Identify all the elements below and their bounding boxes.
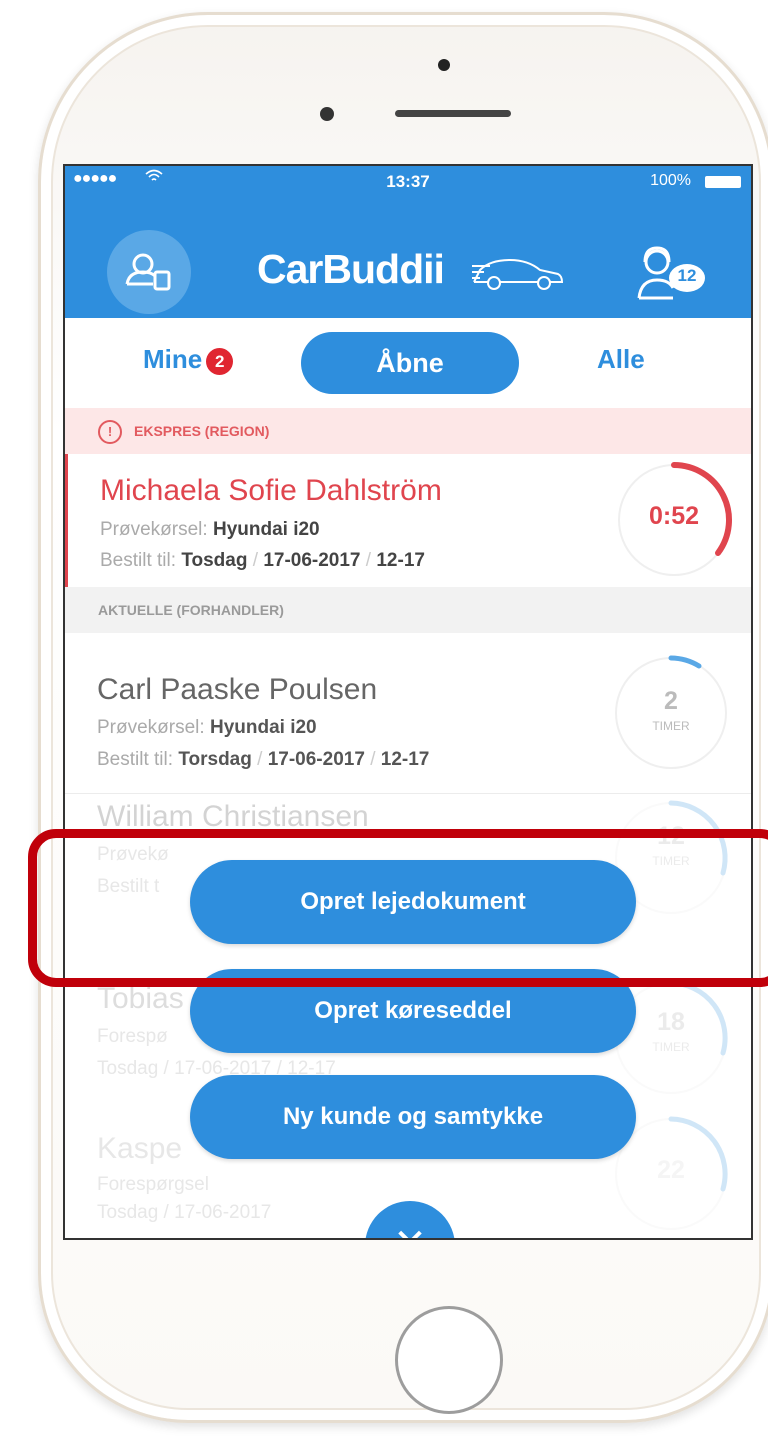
battery-icon [705,176,741,188]
customer-name: Michaela Sofie Dahlström [100,474,442,507]
app-screen: ●●●●● 13:37 100% CarBuddii 12 Mine 2 Åbn… [63,164,753,1240]
customer-name: Carl Paaske Poulsen [97,673,378,706]
timer-unit: TIMER [652,719,690,733]
tab-mine[interactable]: Mine 2 [143,344,234,375]
section-ekspres: ! EKSPRES (REGION) [65,408,751,454]
tab-bar: Mine 2 Åbne Alle [65,318,751,404]
countdown-timer: 2 TIMER [611,653,731,773]
customer-name: Tobias [97,982,184,1015]
tab-mine-label: Mine [143,344,203,374]
booking-row[interactable]: Michaela Sofie Dahlström Prøvekørsel: Hy… [65,454,751,587]
new-customer-consent-button[interactable]: Ny kunde og samtykke [190,1075,636,1159]
timer-value: 2 [664,687,678,715]
tab-all[interactable]: Alle [597,344,645,375]
car-logo-icon [470,252,565,299]
status-time: 13:37 [386,172,430,191]
app-header: ●●●●● 13:37 100% CarBuddii 12 [65,166,751,318]
countdown-timer: 0:52 [614,460,734,580]
section-aktuelle: AKTUELLE (FORHANDLER) [65,587,751,633]
booking-type: Prøvekørsel: Hyundai i20 [97,717,317,738]
timer-unit: TIMER [652,1040,690,1054]
profile-button[interactable] [107,230,191,314]
section-ekspres-label: EKSPRES (REGION) [134,423,270,439]
booking-time: Tosdag / 17-06-2017 [97,1202,272,1223]
warning-icon: ! [98,420,122,445]
tab-mine-badge: 2 [206,347,234,375]
battery-percent: 100% [650,172,691,189]
agent-notification-button[interactable]: 12 [633,244,709,311]
close-icon: ✕ [393,1222,427,1238]
booking-time: Bestilt til: Tosdag / 17-06-2017 / 12-17 [100,550,425,571]
proximity-sensor [320,107,334,121]
home-button[interactable] [395,1306,503,1414]
booking-row[interactable]: Carl Paaske Poulsen Prøvekørsel: Hyundai… [65,633,751,794]
booking-type: Forespørgsel [97,1174,209,1195]
status-bar: ●●●●● 13:37 100% [65,166,751,198]
timer-value: 22 [657,1156,685,1184]
highlight-frame [28,829,768,987]
tab-open[interactable]: Åbne [301,332,519,394]
notification-count: 12 [677,266,697,285]
user-card-icon [125,253,171,291]
front-camera [438,59,450,71]
timer-value: 0:52 [648,502,700,530]
app-logo: CarBuddii [257,246,445,292]
booking-type: Prøvekørsel: Hyundai i20 [100,519,320,540]
booking-type: Forespø [97,1026,168,1047]
customer-name: Kaspe [97,1132,183,1165]
booking-time: Bestilt til: Torsdag / 17-06-2017 / 12-1… [97,749,430,770]
earpiece-speaker [395,110,511,117]
